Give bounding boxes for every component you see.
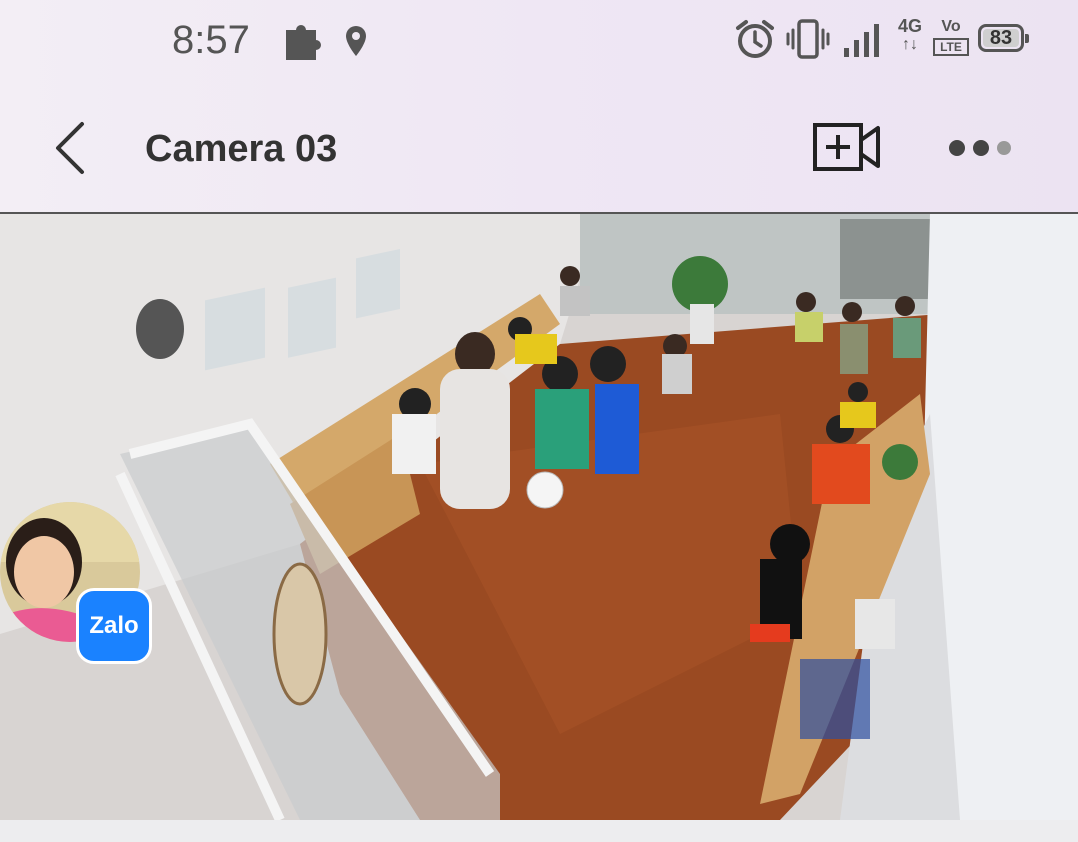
page-title: Camera 03 bbox=[145, 128, 338, 170]
chevron-left-icon[interactable] bbox=[46, 118, 96, 178]
video-add-icon[interactable] bbox=[812, 122, 882, 172]
volte-label: Vo bbox=[941, 18, 961, 35]
status-bar: 8:57 4G ↑↓ Vo LTE 83 bbox=[0, 0, 1078, 82]
network-4g-icon: 4G ↑↓ bbox=[893, 16, 927, 62]
alarm-icon bbox=[736, 20, 774, 58]
battery-icon: 83 bbox=[978, 24, 1029, 52]
classroom-scene bbox=[0, 214, 1078, 820]
camera-feed[interactable] bbox=[0, 212, 1078, 822]
puzzle-icon bbox=[286, 25, 321, 60]
location-icon bbox=[346, 26, 366, 56]
zalo-badge[interactable]: Zalo bbox=[76, 588, 152, 664]
battery-percent: 83 bbox=[989, 26, 1013, 49]
bottom-strip bbox=[0, 820, 1078, 842]
volte-icon: Vo LTE bbox=[933, 18, 969, 58]
clock: 8:57 bbox=[172, 18, 250, 62]
more-dots-icon[interactable] bbox=[945, 132, 1015, 164]
lte-label: LTE bbox=[933, 38, 969, 56]
signal-icon bbox=[844, 24, 879, 57]
network-label: 4G bbox=[897, 16, 922, 36]
vibrate-icon bbox=[786, 19, 830, 59]
zalo-label: Zalo bbox=[89, 612, 139, 639]
